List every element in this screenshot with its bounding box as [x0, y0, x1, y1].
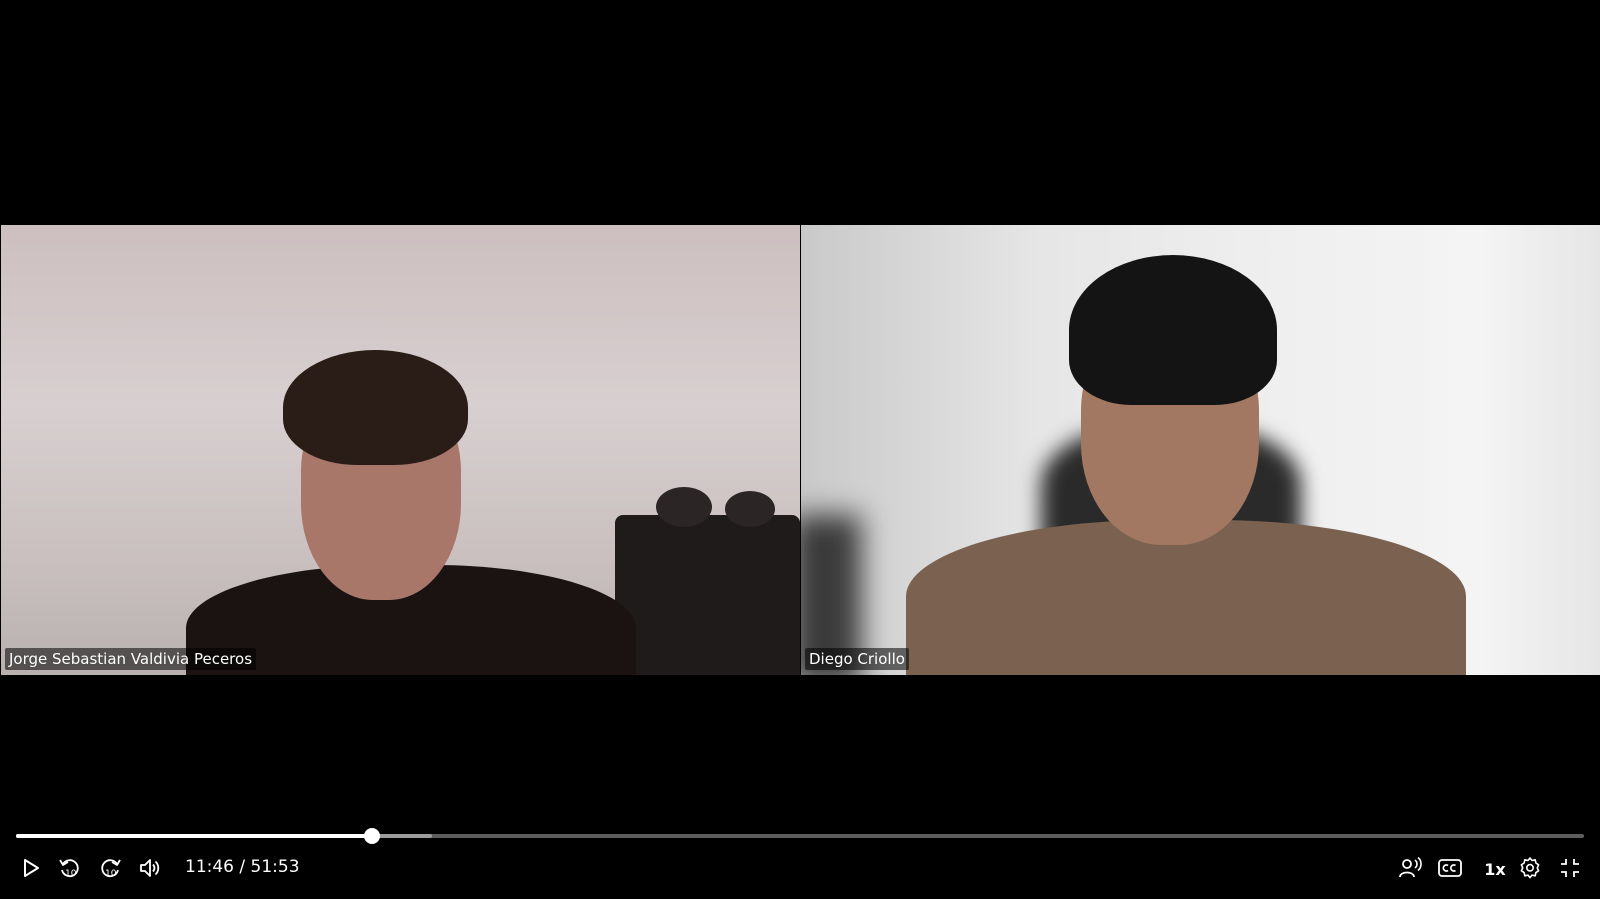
exit-fullscreen-icon [1561, 859, 1579, 877]
participant-name-label: Diego Criollo [805, 648, 909, 670]
rewind-seconds: 10 [65, 869, 77, 879]
captions-button[interactable] [1434, 852, 1466, 884]
play-button[interactable] [15, 852, 47, 884]
total-duration: 51:53 [250, 857, 300, 877]
rewind-button[interactable]: 10 [54, 852, 86, 884]
current-time: 11:46 [185, 857, 234, 877]
gear-icon [1520, 857, 1540, 879]
closed-captions-icon [1438, 859, 1462, 877]
played-progress [16, 834, 372, 838]
player-controls: 10 10 11:46 / 51:53 1x [0, 852, 1600, 888]
playback-speed-button[interactable]: 1x [1479, 856, 1511, 882]
audio-description-button[interactable] [1394, 852, 1426, 884]
time-separator: / [234, 857, 251, 877]
person-hair [283, 350, 468, 465]
video-stage[interactable]: Jorge Sebastian Valdivia Peceros Diego C… [0, 0, 1600, 899]
fullscreen-button[interactable] [1554, 852, 1586, 884]
forward-button[interactable]: 10 [94, 852, 126, 884]
play-icon [24, 859, 39, 877]
forward-10-icon: 10 [101, 859, 121, 879]
participant-video-left: Jorge Sebastian Valdivia Peceros [1, 225, 800, 675]
participant-name-label: Jorge Sebastian Valdivia Peceros [5, 648, 257, 670]
rewind-10-icon: 10 [59, 859, 79, 879]
audio-description-icon [1399, 856, 1422, 878]
time-display: 11:46 / 51:53 [185, 857, 300, 877]
seek-handle[interactable] [363, 828, 380, 844]
settings-button[interactable] [1514, 852, 1546, 884]
background-furniture [615, 515, 800, 675]
volume-icon [140, 859, 160, 877]
participant-video-right: Diego Criollo [801, 225, 1600, 675]
seek-bar[interactable] [16, 828, 1584, 844]
volume-button[interactable] [134, 852, 166, 884]
background-object [725, 491, 775, 527]
background-object [656, 487, 712, 527]
person-hair [1069, 255, 1277, 405]
forward-seconds: 10 [105, 869, 117, 879]
